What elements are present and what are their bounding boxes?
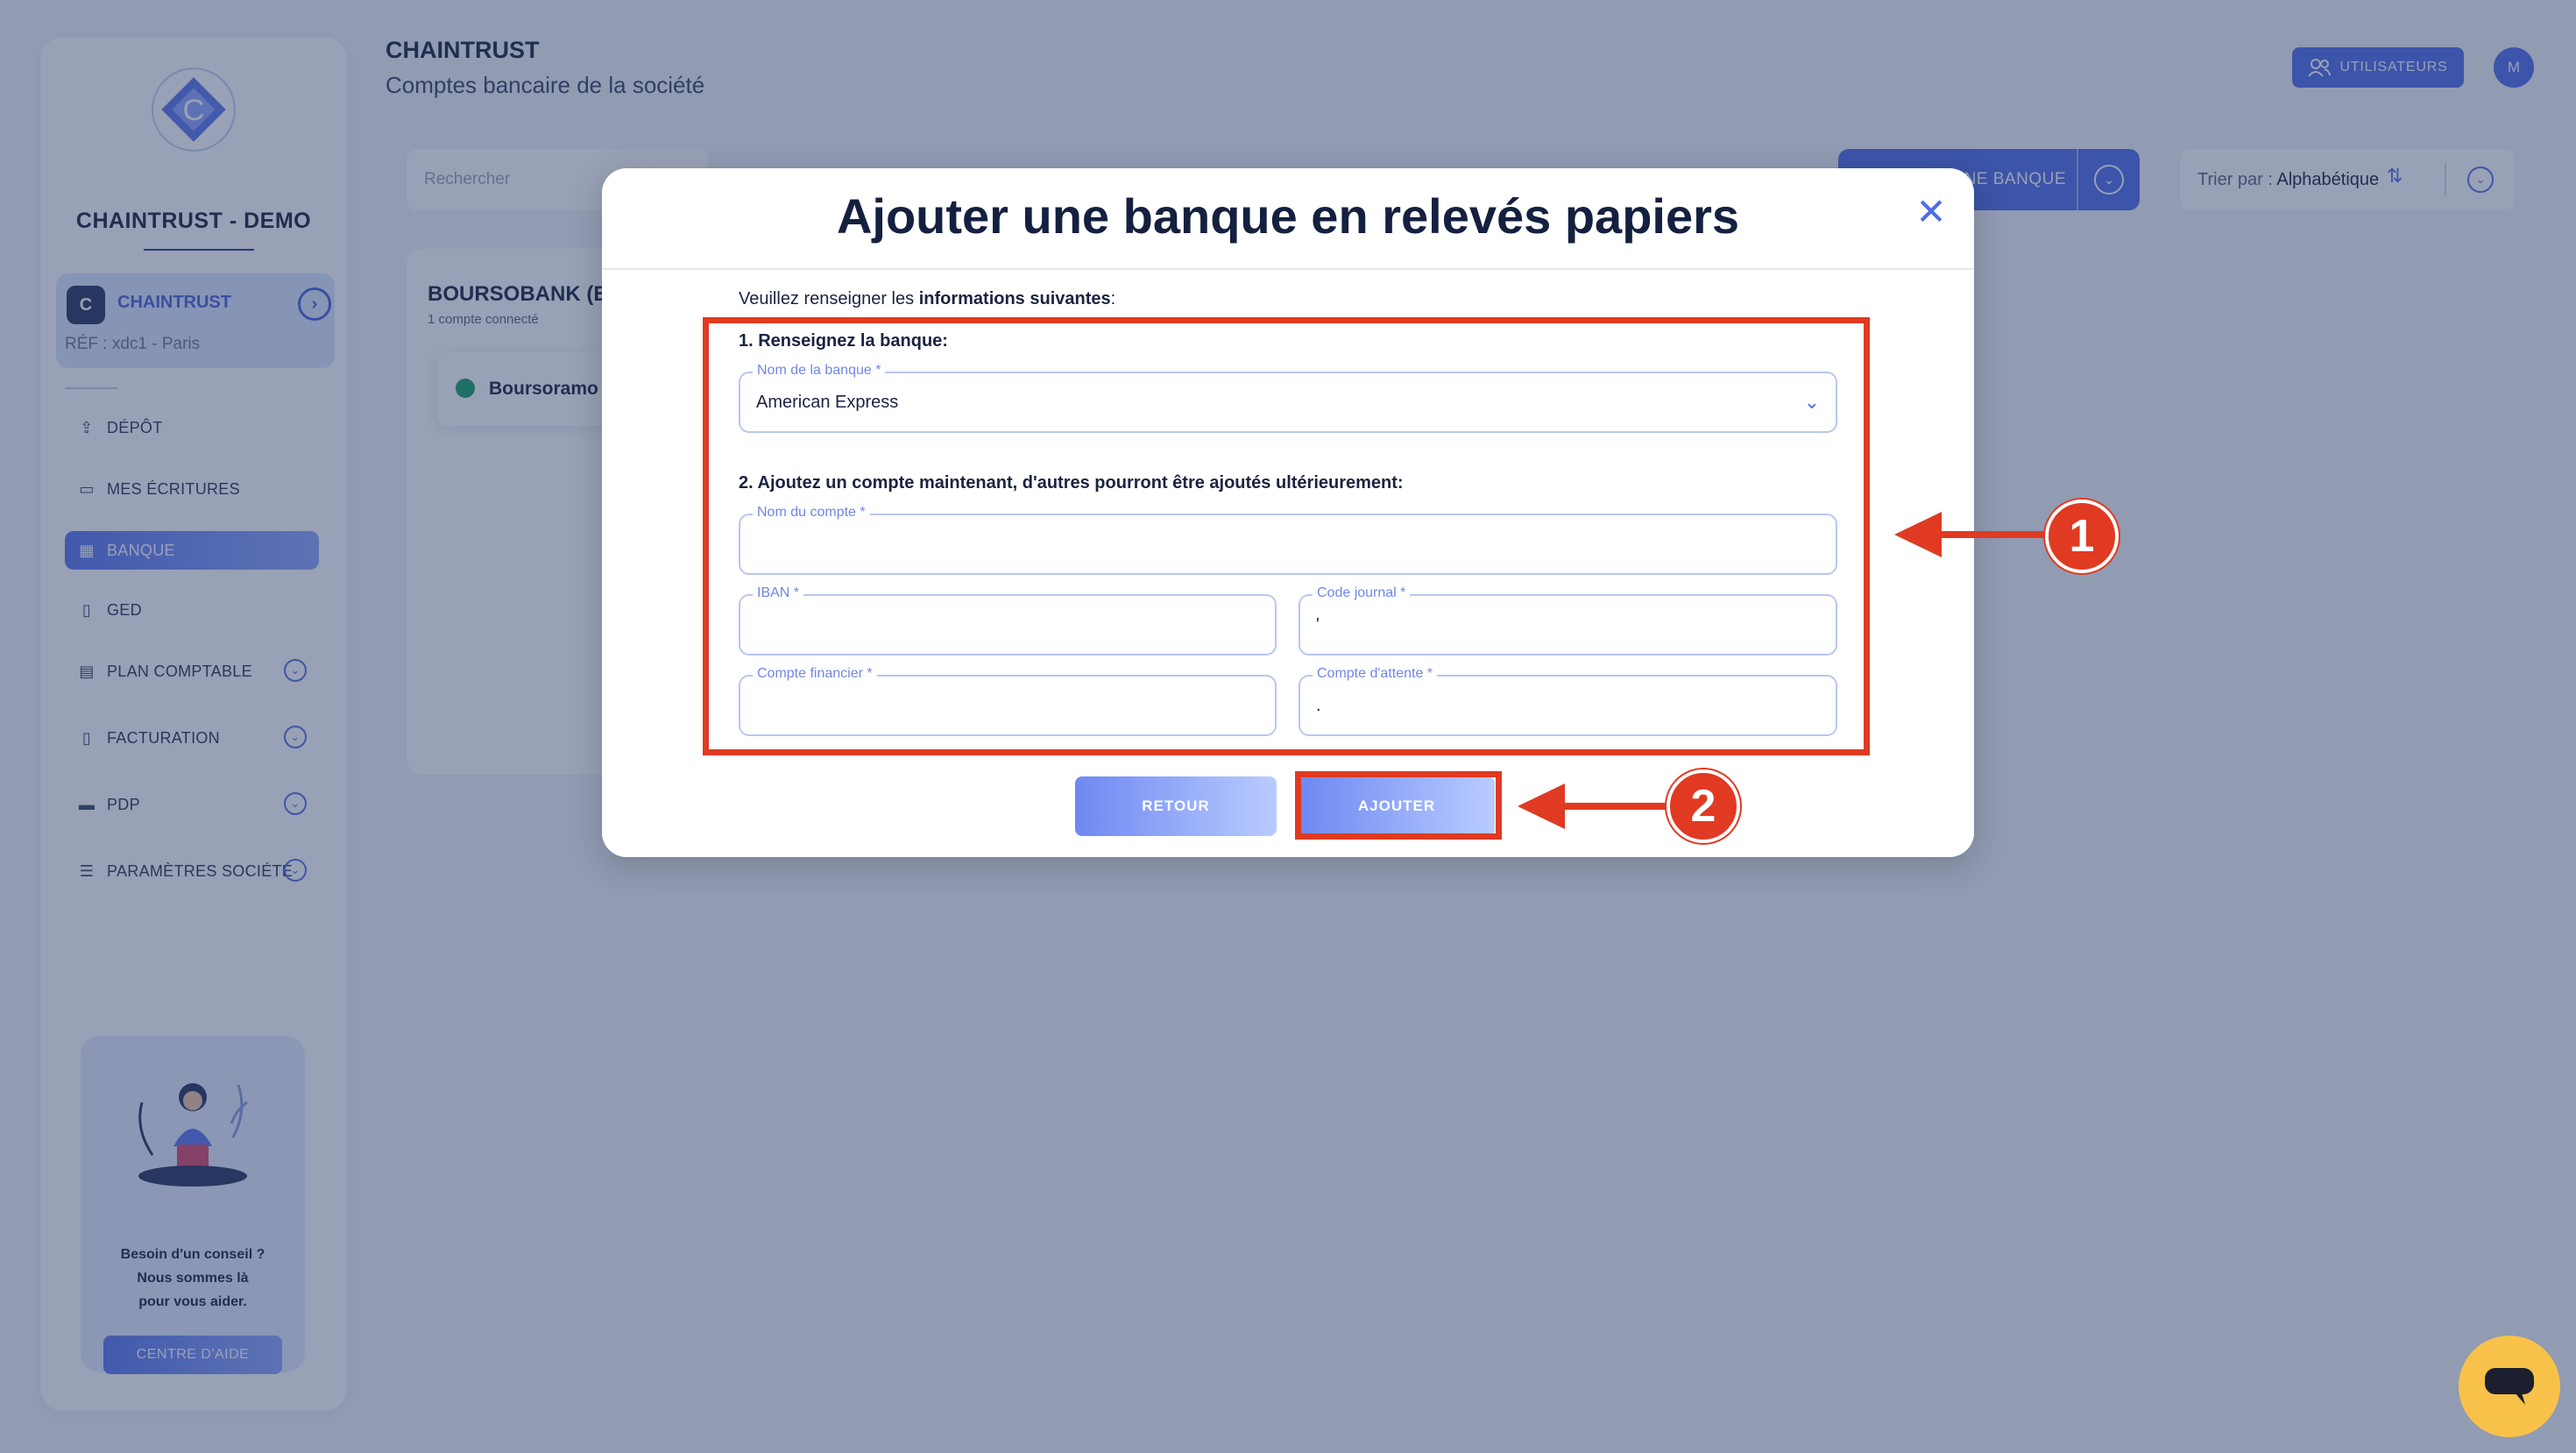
intro-prefix: Veuillez renseigner les [739, 289, 919, 308]
close-icon[interactable]: ✕ [1914, 194, 1949, 230]
annotation-arrow-2-icon [1518, 783, 1670, 829]
annotation-box-add-button [1295, 771, 1502, 840]
back-button[interactable]: RETOUR [1075, 776, 1277, 836]
chat-button[interactable] [2459, 1336, 2560, 1437]
modal-divider [602, 268, 1974, 270]
annotation-marker-2: 2 [1667, 769, 1740, 843]
annotation-arrow-1-icon [1894, 512, 2047, 557]
chat-bubble-icon [2485, 1368, 2534, 1405]
annotation-marker-1: 1 [2045, 500, 2119, 573]
intro-bold: informations suivantes [918, 289, 1111, 308]
intro-suffix: : [1110, 289, 1116, 308]
modal-intro: Veuillez renseigner les informations sui… [739, 289, 1115, 309]
annotation-box-fields [703, 317, 1870, 755]
app-root: C CHAINTRUST - DEMO C CHAINTRUST › RÉF :… [0, 0, 2576, 1453]
modal-title: Ajouter une banque en relevés papiers [836, 188, 1740, 244]
